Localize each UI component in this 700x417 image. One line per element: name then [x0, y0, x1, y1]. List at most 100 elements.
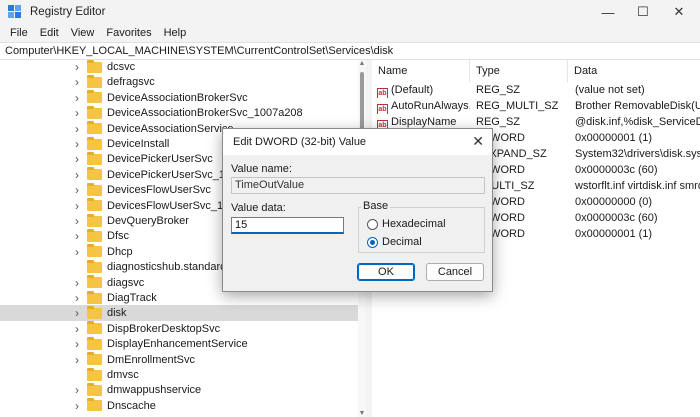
expand-chevron-icon[interactable]: › — [72, 122, 82, 136]
expand-chevron-icon[interactable]: › — [72, 60, 82, 74]
expand-chevron-icon[interactable]: › — [72, 306, 82, 320]
tree-item[interactable]: › Dnscache — [0, 398, 156, 414]
folder-icon — [87, 105, 102, 119]
dialog-close-icon[interactable]: ✕ — [472, 133, 484, 150]
value-data-input[interactable] — [231, 217, 344, 234]
cancel-button[interactable]: Cancel — [426, 263, 484, 281]
tree-item-label: Dhcp — [107, 245, 133, 258]
decimal-radio[interactable] — [367, 236, 378, 248]
value-name: AutoRunAlways... — [391, 100, 470, 112]
scroll-down-icon[interactable]: ▼ — [358, 410, 366, 417]
tree-item-label: DeviceInstall — [107, 138, 170, 150]
folder-icon — [87, 336, 102, 350]
value-data: 0x00000000 (0) — [575, 196, 653, 208]
expand-chevron-icon[interactable]: › — [72, 168, 82, 182]
tree-item[interactable]: › DmEnrollmentSvc — [0, 352, 195, 368]
column-header-name[interactable]: Name — [372, 60, 470, 82]
tree-item[interactable]: › DeviceAssociationBrokerSvc — [0, 90, 248, 106]
value-row[interactable]: ab AutoRunAlways... REG_MULTI_SZ Brother Re… — [372, 98, 700, 114]
expand-chevron-icon[interactable]: › — [72, 183, 82, 197]
menu-view[interactable]: View — [65, 27, 101, 39]
expand-chevron-icon[interactable]: › — [72, 383, 82, 397]
close-button[interactable]: ✕ — [656, 0, 700, 24]
tree-item[interactable]: dmvsc — [0, 367, 139, 383]
value-data: 0x00000001 (1) — [575, 132, 653, 144]
folder-icon — [87, 321, 102, 335]
expand-chevron-icon[interactable]: › — [72, 291, 82, 305]
value-data: 0x0000003c (60) — [575, 212, 658, 224]
tree-item-label: DiagTrack — [107, 292, 157, 304]
decimal-option[interactable]: Decimal — [367, 236, 422, 248]
expand-chevron-icon[interactable]: › — [72, 337, 82, 351]
tree-item[interactable]: › DisplayEnhancementService — [0, 336, 248, 352]
menu-file[interactable]: File — [4, 27, 34, 39]
expand-chevron-icon[interactable]: › — [72, 137, 82, 151]
expand-chevron-icon[interactable]: › — [72, 214, 82, 228]
tree-item[interactable]: › dcsvc — [0, 60, 135, 75]
expand-chevron-icon[interactable]: › — [72, 75, 82, 89]
tree-item[interactable]: › Dhcp — [0, 244, 133, 260]
expand-chevron-icon[interactable]: › — [72, 322, 82, 336]
tree-item[interactable]: › disk — [0, 305, 358, 322]
tree-item[interactable]: › DevicesFlowUserSvc — [0, 182, 211, 198]
ok-button[interactable]: OK — [357, 263, 415, 281]
tree-item[interactable]: › DeviceInstall — [0, 136, 169, 152]
expand-chevron-icon[interactable]: › — [72, 245, 82, 259]
menu-help[interactable]: Help — [158, 27, 193, 39]
tree-item[interactable]: › Dfsc — [0, 228, 129, 244]
tree-item[interactable]: › DispBrokerDesktopSvc — [0, 321, 220, 337]
folder-icon — [87, 121, 102, 135]
expand-chevron-icon[interactable]: › — [72, 229, 82, 243]
tree-item-label: DispBrokerDesktopSvc — [107, 322, 221, 335]
base-group: Base Hexadecimal Decimal — [358, 200, 485, 253]
folder-icon — [87, 213, 102, 227]
string-value-icon: ab — [377, 104, 388, 114]
tree-item-label: DeviceAssociationBrokerSvc_1007a208 — [107, 107, 303, 120]
tree-item[interactable]: › diagsvc — [0, 275, 144, 291]
tree-item[interactable]: › DevQueryBroker — [0, 213, 189, 229]
expand-chevron-icon[interactable]: › — [72, 106, 82, 120]
tree-item[interactable]: › DevicesFlowUserSvc_1007a2 — [0, 198, 254, 214]
dialog-title-bar: Edit DWORD (32-bit) Value ✕ — [223, 129, 492, 155]
menu-edit[interactable]: Edit — [34, 27, 65, 39]
expand-chevron-icon[interactable]: › — [72, 91, 82, 105]
tree-item-label: DevicesFlowUserSvc — [107, 184, 211, 197]
value-data: @disk.inf,%disk_ServiceDesc — [575, 116, 700, 128]
tree-item[interactable]: diagnosticshub.standardcol — [0, 259, 240, 275]
tree-item[interactable]: › DevicePickerUserSvc_1007a2 — [0, 167, 256, 183]
tree-item[interactable]: › DiagTrack — [0, 290, 157, 306]
tree-item[interactable]: › DeviceAssociationService — [0, 121, 234, 137]
expand-chevron-icon[interactable]: › — [72, 199, 82, 213]
menu-favorites[interactable]: Favorites — [100, 27, 157, 39]
folder-icon — [87, 60, 102, 73]
tree-item-label: DevicePickerUserSvc — [107, 153, 213, 166]
column-header-type[interactable]: Type — [470, 60, 568, 82]
tree-item-label: dmvsc — [107, 369, 139, 381]
tree-item[interactable]: › defragsvc — [0, 74, 155, 90]
folder-icon — [87, 136, 102, 150]
hexadecimal-option[interactable]: Hexadecimal — [367, 218, 446, 230]
value-row[interactable]: ab (Default) REG_SZ (value not set) — [372, 82, 700, 98]
column-header-data[interactable]: Data — [568, 60, 700, 82]
tree-item-label: DeviceAssociationService — [107, 122, 234, 135]
tree-item[interactable]: › dmwappushservice — [0, 382, 201, 398]
value-type: REG_MULTI_SZ — [476, 100, 559, 112]
tree-item-label: defragsvc — [107, 76, 155, 89]
expand-chevron-icon[interactable]: › — [72, 353, 82, 367]
hexadecimal-radio[interactable] — [367, 218, 378, 230]
scroll-up-icon[interactable]: ▲ — [358, 60, 366, 67]
value-data: wstorflt.inf virtdisk.inf smrdi — [575, 180, 700, 192]
tree-item-label: diagnosticshub.standardcol — [107, 261, 241, 274]
expand-chevron-icon[interactable]: › — [72, 276, 82, 290]
value-data: 0x00000001 (1) — [575, 228, 653, 240]
address-bar[interactable]: Computer\HKEY_LOCAL_MACHINE\SYSTEM\Curre… — [0, 42, 700, 60]
folder-icon — [87, 305, 102, 319]
value-name-cell: ab (Default) — [377, 82, 470, 98]
expand-chevron-icon[interactable]: › — [72, 399, 82, 413]
folder-icon — [87, 198, 102, 212]
folder-icon — [87, 290, 102, 304]
minimize-icon: — — [601, 4, 615, 20]
tree-item[interactable]: › DevicePickerUserSvc — [0, 151, 213, 167]
expand-chevron-icon[interactable]: › — [72, 152, 82, 166]
tree-item[interactable]: › DeviceAssociationBrokerSvc_1007a208 — [0, 105, 303, 121]
